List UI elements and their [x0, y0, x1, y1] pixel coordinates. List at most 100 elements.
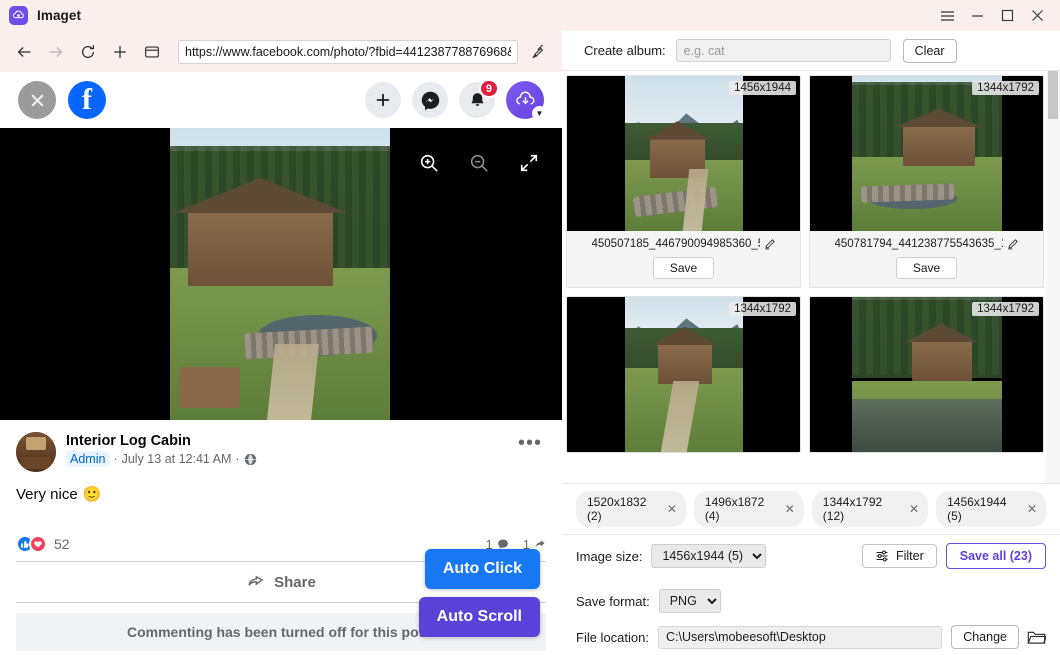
notifications-badge: 9 — [479, 79, 499, 98]
remove-chip-icon[interactable]: ✕ — [909, 502, 919, 516]
panel-actions: Filter Save all (23) — [862, 543, 1046, 569]
image-grid-container: 1456x1944 450507185_446790094985360_523 … — [562, 71, 1060, 483]
viewer-tools — [416, 150, 542, 176]
auto-click-button[interactable]: Auto Click — [425, 549, 540, 589]
panel-scrollbar[interactable] — [1046, 71, 1060, 483]
filter-button[interactable]: Filter — [862, 544, 937, 568]
image-card[interactable]: 1344x1792 — [809, 296, 1044, 453]
maximize-icon[interactable] — [992, 0, 1022, 31]
reaction-count[interactable]: 52 — [54, 536, 70, 552]
facebook-logo-letter: f — [82, 85, 92, 115]
filter-sliders-icon — [875, 549, 889, 563]
create-plus-icon[interactable] — [365, 82, 401, 118]
notifications-bell-icon[interactable]: 9 — [459, 82, 495, 118]
image-dimensions: 1344x1792 — [729, 302, 796, 316]
app-title: Imaget — [37, 8, 81, 23]
messenger-icon[interactable] — [412, 82, 448, 118]
image-thumbnail[interactable]: 1344x1792 — [810, 76, 1043, 231]
reaction-icons[interactable]: 52 — [16, 535, 70, 553]
pencil-edit-icon[interactable] — [764, 238, 776, 250]
post-meta: Interior Log Cabin Admin · July 13 at 12… — [66, 432, 257, 467]
hamburger-menu-icon[interactable] — [932, 0, 962, 31]
post-text: Very nice 🙂 — [16, 485, 546, 503]
image-size-select[interactable]: 1456x1944 (5) — [651, 544, 766, 568]
post-author[interactable]: Interior Log Cabin — [66, 433, 257, 449]
automation-buttons: Auto Click Auto Scroll — [419, 549, 540, 637]
filter-label: Filter — [896, 549, 924, 563]
file-location-input[interactable] — [658, 626, 942, 649]
create-album-input[interactable] — [676, 39, 891, 62]
scrollbar-thumb[interactable] — [1048, 71, 1058, 119]
remove-chip-icon[interactable]: ✕ — [785, 502, 795, 516]
save-format-select[interactable]: PNG — [659, 589, 721, 613]
image-card[interactable]: 1344x1792 450781794_441238775543635_157 … — [809, 75, 1044, 288]
viewer-photo[interactable] — [170, 128, 390, 420]
file-location-actions: Change — [951, 625, 1046, 649]
image-card-body: 450507185_446790094985360_523 Save — [567, 231, 800, 287]
new-tab-plus-icon[interactable] — [104, 36, 136, 68]
size-chip-label: 1520x1832 (2) — [587, 495, 661, 523]
imaget-panel: Create album: Clear — [562, 31, 1060, 655]
share-arrow-icon — [246, 573, 265, 592]
chevron-down-icon[interactable]: ▼ — [532, 106, 547, 121]
image-size-row: Image size: 1456x1944 (5) Filter Save al… — [562, 534, 1060, 577]
post-subline: Admin · July 13 at 12:41 AM · — [66, 451, 257, 467]
facebook-actions: 9 ▼ — [365, 81, 544, 119]
auto-scroll-button[interactable]: Auto Scroll — [419, 597, 540, 637]
heart-icon — [29, 535, 47, 553]
zoom-in-icon[interactable] — [416, 150, 442, 176]
smiley-emoji-icon: 🙂 — [83, 485, 102, 503]
minimize-icon[interactable] — [962, 0, 992, 31]
open-folder-icon[interactable] — [1027, 629, 1046, 646]
clear-button[interactable]: Clear — [903, 39, 957, 63]
post-text-content: Very nice — [16, 486, 78, 503]
address-bar-url: https://www.facebook.com/photo/?fbid=441… — [185, 45, 511, 59]
address-bar[interactable]: https://www.facebook.com/photo/?fbid=441… — [178, 40, 518, 64]
size-chip[interactable]: 1344x1792 (12) ✕ — [812, 491, 928, 527]
image-thumbnail[interactable]: 1456x1944 — [567, 76, 800, 231]
zoom-out-icon[interactable] — [466, 150, 492, 176]
save-image-button[interactable]: Save — [896, 257, 957, 279]
size-chip-label: 1456x1944 (5) — [947, 495, 1021, 523]
create-album-row: Create album: Clear — [562, 31, 1060, 71]
image-card[interactable]: 1344x1792 — [566, 296, 801, 453]
status-badge: Admin — [66, 451, 109, 467]
share-label: Share — [274, 574, 316, 591]
image-card[interactable]: 1456x1944 450507185_446790094985360_523 … — [566, 75, 801, 288]
save-image-button[interactable]: Save — [653, 257, 714, 279]
back-arrow-icon[interactable] — [8, 36, 40, 68]
size-chip[interactable]: 1456x1944 (5) ✕ — [936, 491, 1046, 527]
window-tabs-icon[interactable] — [136, 36, 168, 68]
image-grid: 1456x1944 450507185_446790094985360_523 … — [566, 75, 1044, 453]
forward-arrow-icon[interactable] — [40, 36, 72, 68]
remove-chip-icon[interactable]: ✕ — [1027, 502, 1037, 516]
close-icon[interactable] — [1022, 0, 1052, 31]
size-chip[interactable]: 1496x1872 (4) ✕ — [694, 491, 804, 527]
post-separator-2: · — [235, 452, 239, 466]
avatar[interactable] — [16, 432, 56, 472]
close-x-icon[interactable] — [18, 81, 56, 119]
image-filename-row: 450781794_441238775543635_157 — [818, 238, 1035, 250]
pencil-edit-icon[interactable] — [1007, 238, 1019, 250]
facebook-logo-icon[interactable]: f — [68, 81, 106, 119]
image-thumbnail[interactable]: 1344x1792 — [567, 297, 800, 452]
more-options-icon[interactable]: ••• — [518, 432, 546, 455]
imaget-account-icon[interactable]: ▼ — [506, 81, 544, 119]
file-location-label: File location: — [576, 630, 649, 645]
size-chip[interactable]: 1520x1832 (2) ✕ — [576, 491, 686, 527]
image-filename-row: 450507185_446790094985360_523 — [575, 238, 792, 250]
save-all-button[interactable]: Save all (23) — [946, 543, 1046, 569]
change-location-button[interactable]: Change — [951, 625, 1019, 649]
image-dimensions: 1344x1792 — [972, 302, 1039, 316]
reload-icon[interactable] — [72, 36, 104, 68]
photo-viewer — [0, 128, 562, 420]
post-timestamp[interactable]: July 13 at 12:41 AM — [122, 452, 232, 466]
image-thumbnail[interactable]: 1344x1792 — [810, 297, 1043, 452]
save-format-label: Save format: — [576, 594, 650, 609]
remove-chip-icon[interactable]: ✕ — [667, 502, 677, 516]
expand-fullscreen-icon[interactable] — [516, 150, 542, 176]
post-header: Interior Log Cabin Admin · July 13 at 12… — [16, 432, 546, 472]
save-format-row: Save format: PNG — [562, 577, 1060, 619]
create-album-label: Create album: — [584, 43, 666, 58]
broom-cleaner-icon[interactable] — [524, 37, 554, 67]
